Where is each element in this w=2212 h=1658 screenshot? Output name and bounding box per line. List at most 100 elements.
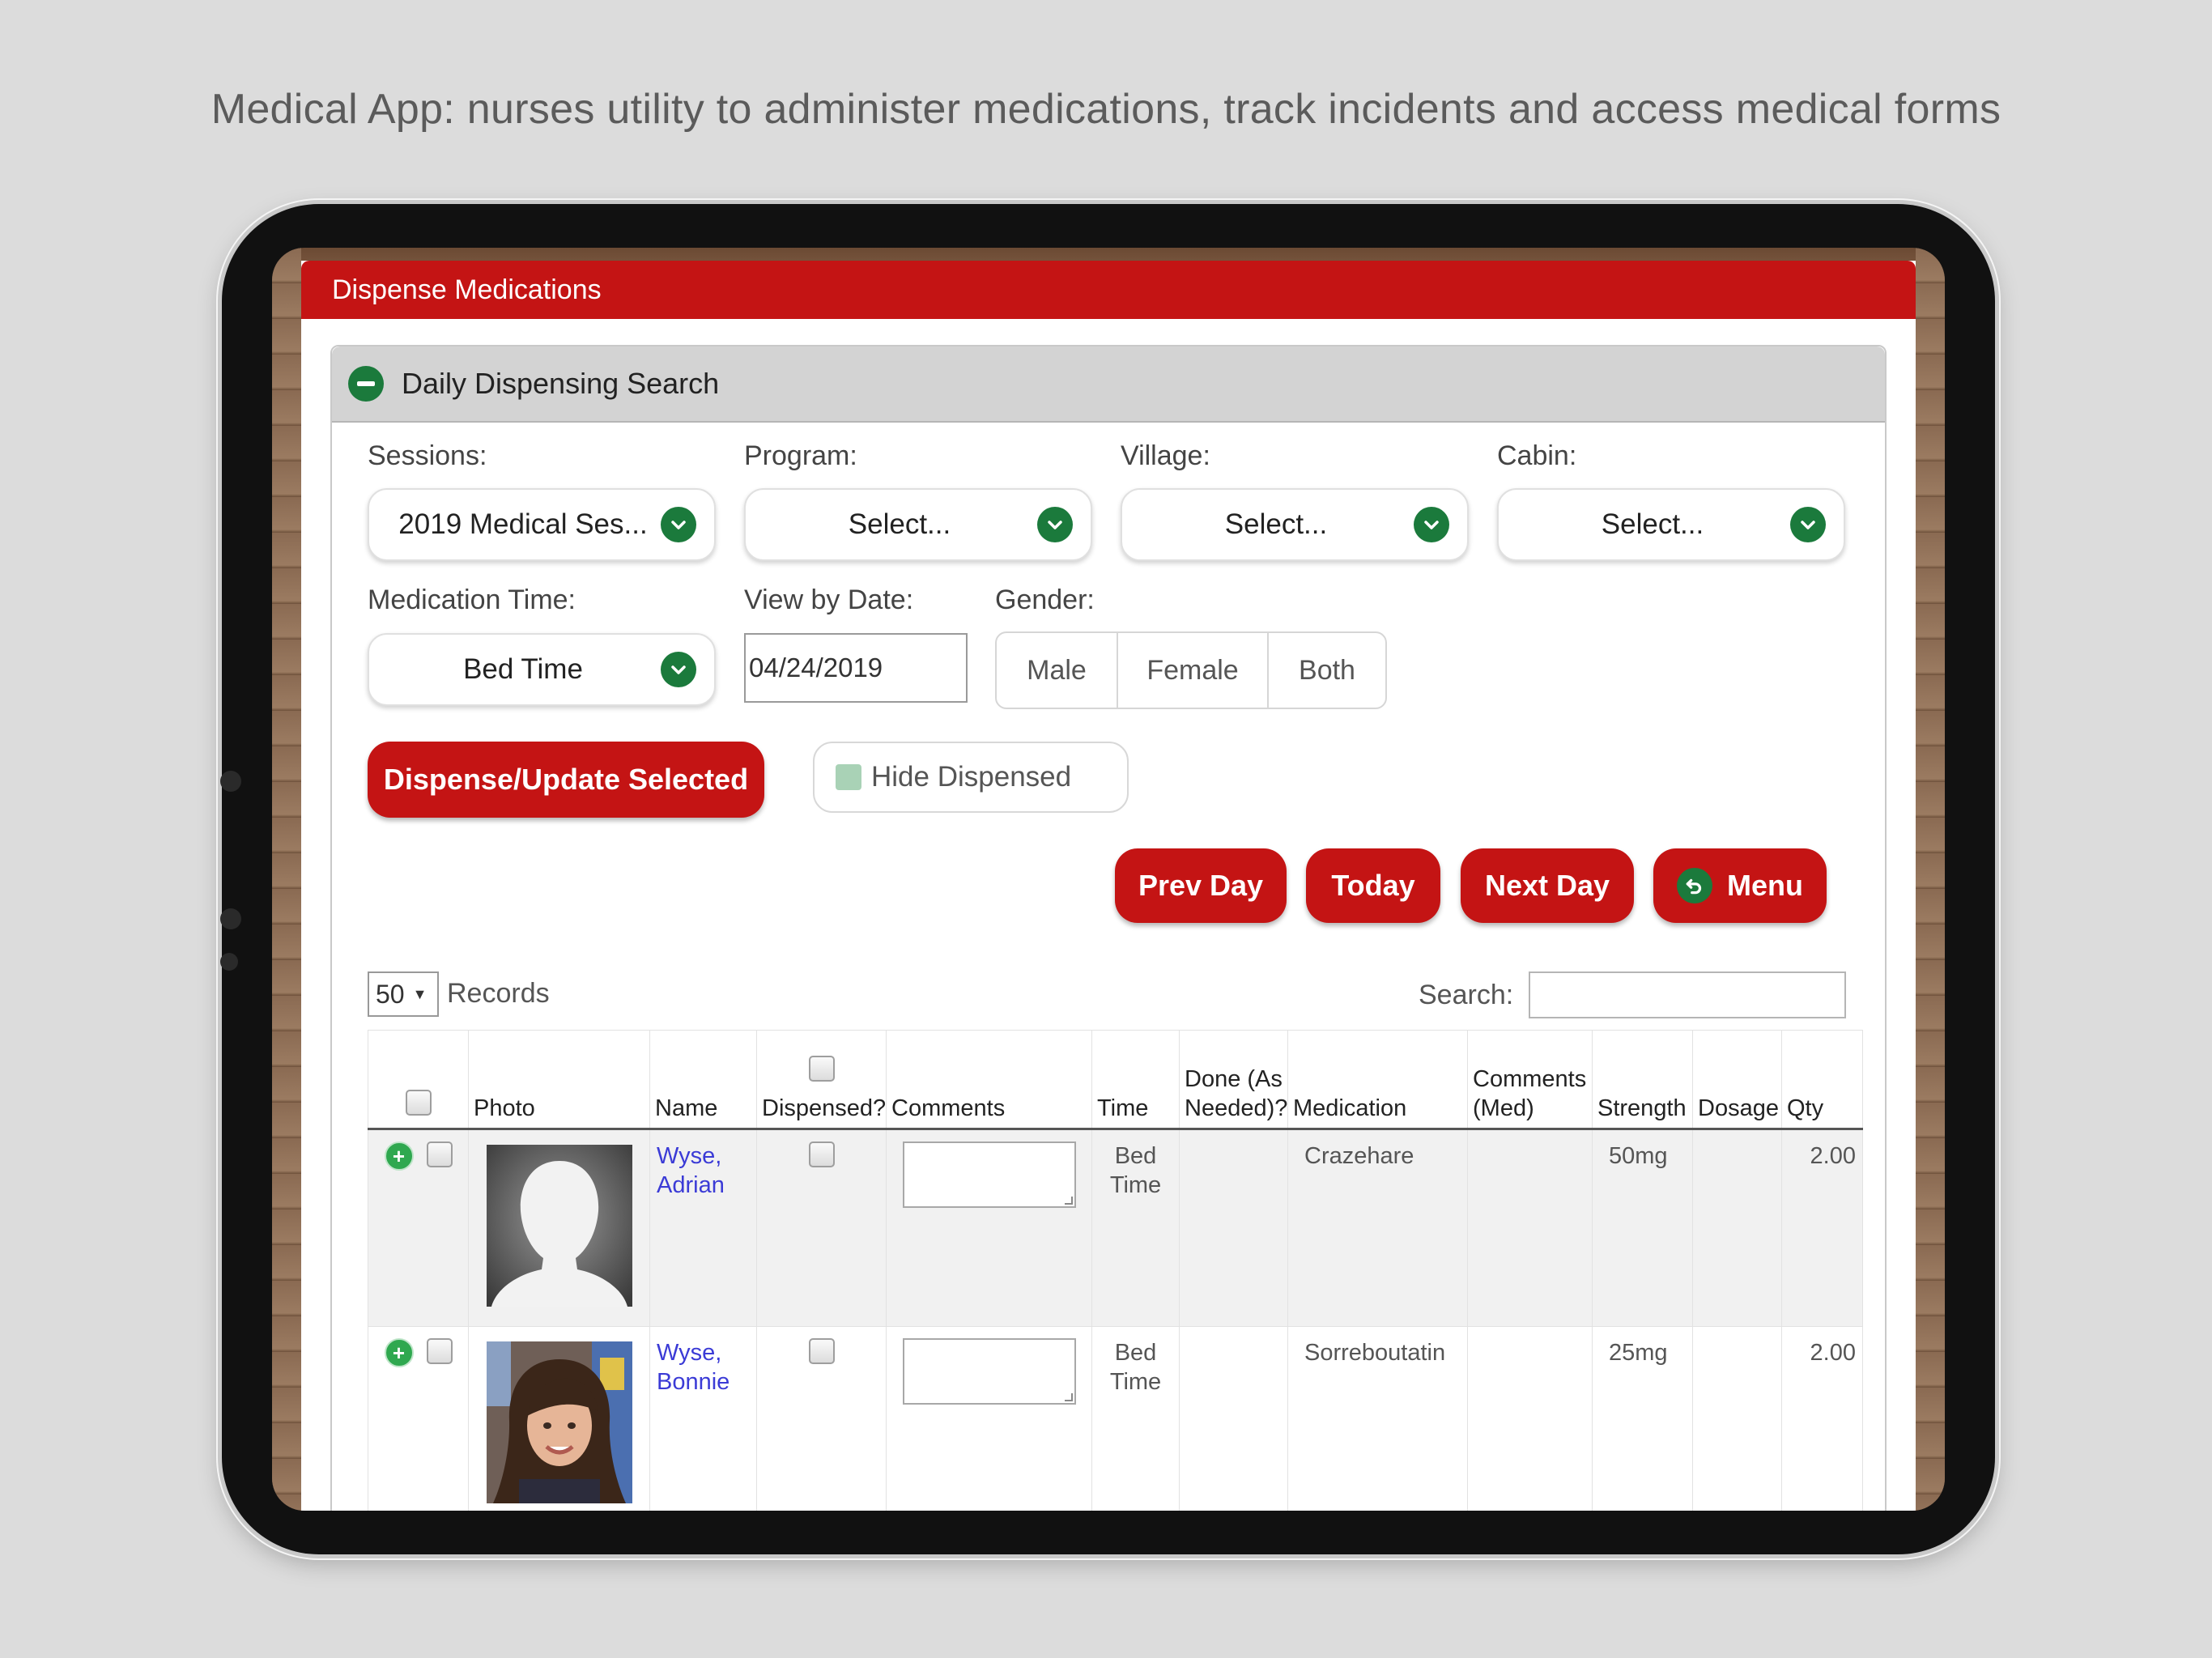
program-value: Select... xyxy=(848,508,951,540)
comments-med-header[interactable]: Comments (Med) xyxy=(1467,1030,1593,1130)
time-cell: Bed Time xyxy=(1091,1129,1180,1327)
caret-down-icon: ▼ xyxy=(412,985,428,1002)
medication-time-select[interactable]: Bed Time xyxy=(368,633,716,706)
records-label: Records xyxy=(447,978,550,1009)
qty-cell: 2.00 xyxy=(1781,1326,1863,1511)
cabin-select[interactable]: Select... xyxy=(1497,488,1845,561)
village-select[interactable]: Select... xyxy=(1121,488,1469,561)
gender-segmented-control: Male Female Both xyxy=(995,631,1387,709)
strength-cell: 50mg xyxy=(1592,1129,1693,1327)
app-titlebar: Dispense Medications xyxy=(301,261,1916,319)
student-photo xyxy=(486,1341,632,1503)
gender-both-button[interactable]: Both xyxy=(1269,633,1385,708)
view-by-date-label: View by Date: xyxy=(744,585,914,615)
wood-background-left xyxy=(272,248,301,1511)
camera-dot-icon xyxy=(220,771,241,792)
hide-dispensed-toggle[interactable]: Hide Dispensed xyxy=(813,742,1129,813)
search-label: Search: xyxy=(1419,980,1514,1010)
sensor-dot-icon xyxy=(220,908,241,929)
select-all-header xyxy=(368,1030,469,1130)
dosage-cell xyxy=(1692,1129,1782,1327)
gender-label: Gender: xyxy=(995,585,1095,615)
tablet-screen: Dispense Medications Daily Dispensing Se… xyxy=(272,248,1945,1511)
back-arrow-icon xyxy=(1677,868,1712,903)
program-label: Program: xyxy=(744,440,857,471)
prev-day-button[interactable]: Prev Day xyxy=(1115,848,1287,923)
sessions-label: Sessions: xyxy=(368,440,487,471)
cabin-value: Select... xyxy=(1601,508,1704,540)
today-button[interactable]: Today xyxy=(1306,848,1440,923)
time-cell: Bed Time xyxy=(1091,1326,1180,1511)
dispensed-cell xyxy=(756,1326,887,1511)
records-count-value: 50 xyxy=(376,979,405,1009)
chevron-down-icon xyxy=(1037,507,1073,542)
chevron-down-icon xyxy=(661,652,696,687)
expand-plus-icon[interactable]: + xyxy=(384,1141,414,1171)
dosage-header[interactable]: Dosage xyxy=(1692,1030,1782,1130)
program-select[interactable]: Select... xyxy=(744,488,1092,561)
hide-dispensed-checkbox[interactable] xyxy=(836,764,861,790)
student-name-link[interactable]: Wyse, Adrian xyxy=(657,1143,725,1198)
table-header-row: Photo Name Dispensed? Comments Time Done… xyxy=(368,1030,1863,1130)
done-cell xyxy=(1179,1326,1288,1511)
gender-female-button[interactable]: Female xyxy=(1118,633,1269,708)
done-cell xyxy=(1179,1129,1288,1327)
panel-header[interactable]: Daily Dispensing Search xyxy=(332,346,1885,423)
menu-button[interactable]: Menu xyxy=(1653,848,1827,923)
expand-plus-icon[interactable]: + xyxy=(384,1338,414,1367)
comments-textarea[interactable] xyxy=(902,1141,1076,1208)
daily-dispensing-search-panel: Daily Dispensing Search Sessions: Progra… xyxy=(330,345,1887,1511)
time-header[interactable]: Time xyxy=(1091,1030,1180,1130)
village-value: Select... xyxy=(1224,508,1328,540)
medication-cell: Crazehare xyxy=(1287,1129,1468,1327)
app-title: Dispense Medications xyxy=(332,274,602,305)
strength-header[interactable]: Strength xyxy=(1592,1030,1693,1130)
dispensed-header[interactable]: Dispensed? xyxy=(756,1030,887,1130)
records-per-page-select[interactable]: 50 ▼ xyxy=(368,971,439,1017)
table-row: + Wyse, Bonnie Bed Time Sorreboutatin 25… xyxy=(368,1326,1863,1511)
photo-header[interactable]: Photo xyxy=(468,1030,650,1130)
qty-header[interactable]: Qty xyxy=(1781,1030,1863,1130)
row-select-checkbox[interactable] xyxy=(426,1338,453,1364)
medication-header[interactable]: Medication xyxy=(1287,1030,1468,1130)
app-window: Dispense Medications Daily Dispensing Se… xyxy=(301,261,1916,1511)
hide-dispensed-label: Hide Dispensed xyxy=(871,761,1072,793)
sessions-select[interactable]: 2019 Medical Ses... xyxy=(368,488,716,561)
menu-label: Menu xyxy=(1727,869,1803,902)
avatar-placeholder xyxy=(486,1145,632,1307)
row-select-cell: + xyxy=(368,1129,469,1327)
medication-time-value: Bed Time xyxy=(463,653,583,685)
photo-cell xyxy=(468,1129,650,1327)
row-select-cell: + xyxy=(368,1326,469,1511)
dispensed-checkbox[interactable] xyxy=(808,1338,835,1364)
name-header[interactable]: Name xyxy=(649,1030,757,1130)
comments-cell xyxy=(886,1129,1092,1327)
name-cell: Wyse, Bonnie xyxy=(649,1326,757,1511)
comments-med-cell xyxy=(1467,1326,1593,1511)
dosage-cell xyxy=(1692,1326,1782,1511)
wood-background-right xyxy=(1916,248,1945,1511)
done-as-needed-header[interactable]: Done (As Needed)? xyxy=(1179,1030,1288,1130)
comments-cell xyxy=(886,1326,1092,1511)
row-select-checkbox[interactable] xyxy=(426,1141,453,1167)
comments-header[interactable]: Comments xyxy=(886,1030,1092,1130)
gender-male-button[interactable]: Male xyxy=(997,633,1118,708)
page-headline: Medical App: nurses utility to administe… xyxy=(211,86,2001,133)
dispensed-checkbox[interactable] xyxy=(808,1141,835,1167)
student-name-link[interactable]: Wyse, Bonnie xyxy=(657,1340,730,1395)
strength-cell: 25mg xyxy=(1592,1326,1693,1511)
dispensed-header-label: Dispensed? xyxy=(762,1095,887,1121)
search-input[interactable] xyxy=(1529,971,1846,1018)
dispense-update-selected-button[interactable]: Dispense/Update Selected xyxy=(368,742,764,818)
comments-textarea[interactable] xyxy=(902,1338,1076,1405)
dispensed-cell xyxy=(756,1129,887,1327)
village-label: Village: xyxy=(1121,440,1210,471)
name-cell: Wyse, Adrian xyxy=(649,1129,757,1327)
next-day-button[interactable]: Next Day xyxy=(1461,848,1634,923)
collapse-icon[interactable] xyxy=(348,366,384,402)
select-all-checkbox[interactable] xyxy=(405,1090,432,1116)
sessions-value: 2019 Medical Ses... xyxy=(398,508,648,540)
view-by-date-input[interactable]: 04/24/2019 xyxy=(744,633,968,703)
panel-title: Daily Dispensing Search xyxy=(402,367,720,400)
dispensed-all-checkbox[interactable] xyxy=(808,1056,835,1082)
